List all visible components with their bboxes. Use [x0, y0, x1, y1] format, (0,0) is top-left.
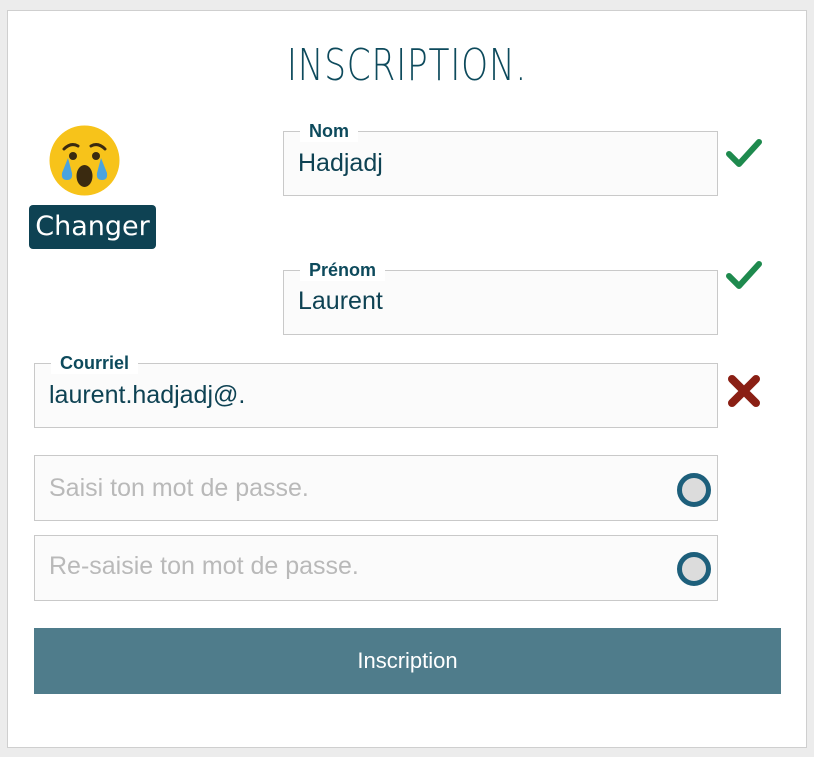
password-confirm-input[interactable]: Re-saisie ton mot de passe. — [34, 535, 718, 601]
crying-face-icon — [49, 125, 120, 196]
password-status-radio-icon — [677, 473, 711, 507]
check-icon — [726, 139, 762, 167]
courriel-label: Courriel — [51, 352, 139, 374]
check-icon — [726, 261, 762, 289]
prenom-field[interactable]: Prénom Laurent — [283, 259, 718, 335]
password-confirm-placeholder: Re-saisie ton mot de passe. — [49, 552, 359, 580]
courriel-field[interactable]: Courriel laurent.hadjadj@. — [34, 352, 718, 428]
nom-value: Hadjadj — [298, 149, 383, 177]
courriel-value: laurent.hadjadj@. — [49, 381, 246, 409]
change-avatar-button[interactable]: Changer — [29, 205, 156, 249]
password-input[interactable]: Saisi ton mot de passe. — [34, 455, 718, 521]
password-confirm-status-radio-icon — [677, 552, 711, 586]
nom-label: Nom — [300, 120, 358, 142]
nom-field[interactable]: Nom Hadjadj — [283, 120, 718, 196]
prenom-value: Laurent — [298, 287, 383, 315]
page-title: INSCRIPTION. — [286, 40, 528, 91]
password-placeholder: Saisi ton mot de passe. — [49, 474, 309, 502]
cross-icon — [728, 375, 760, 407]
submit-button[interactable]: Inscription — [34, 628, 781, 694]
prenom-label: Prénom — [300, 259, 386, 281]
